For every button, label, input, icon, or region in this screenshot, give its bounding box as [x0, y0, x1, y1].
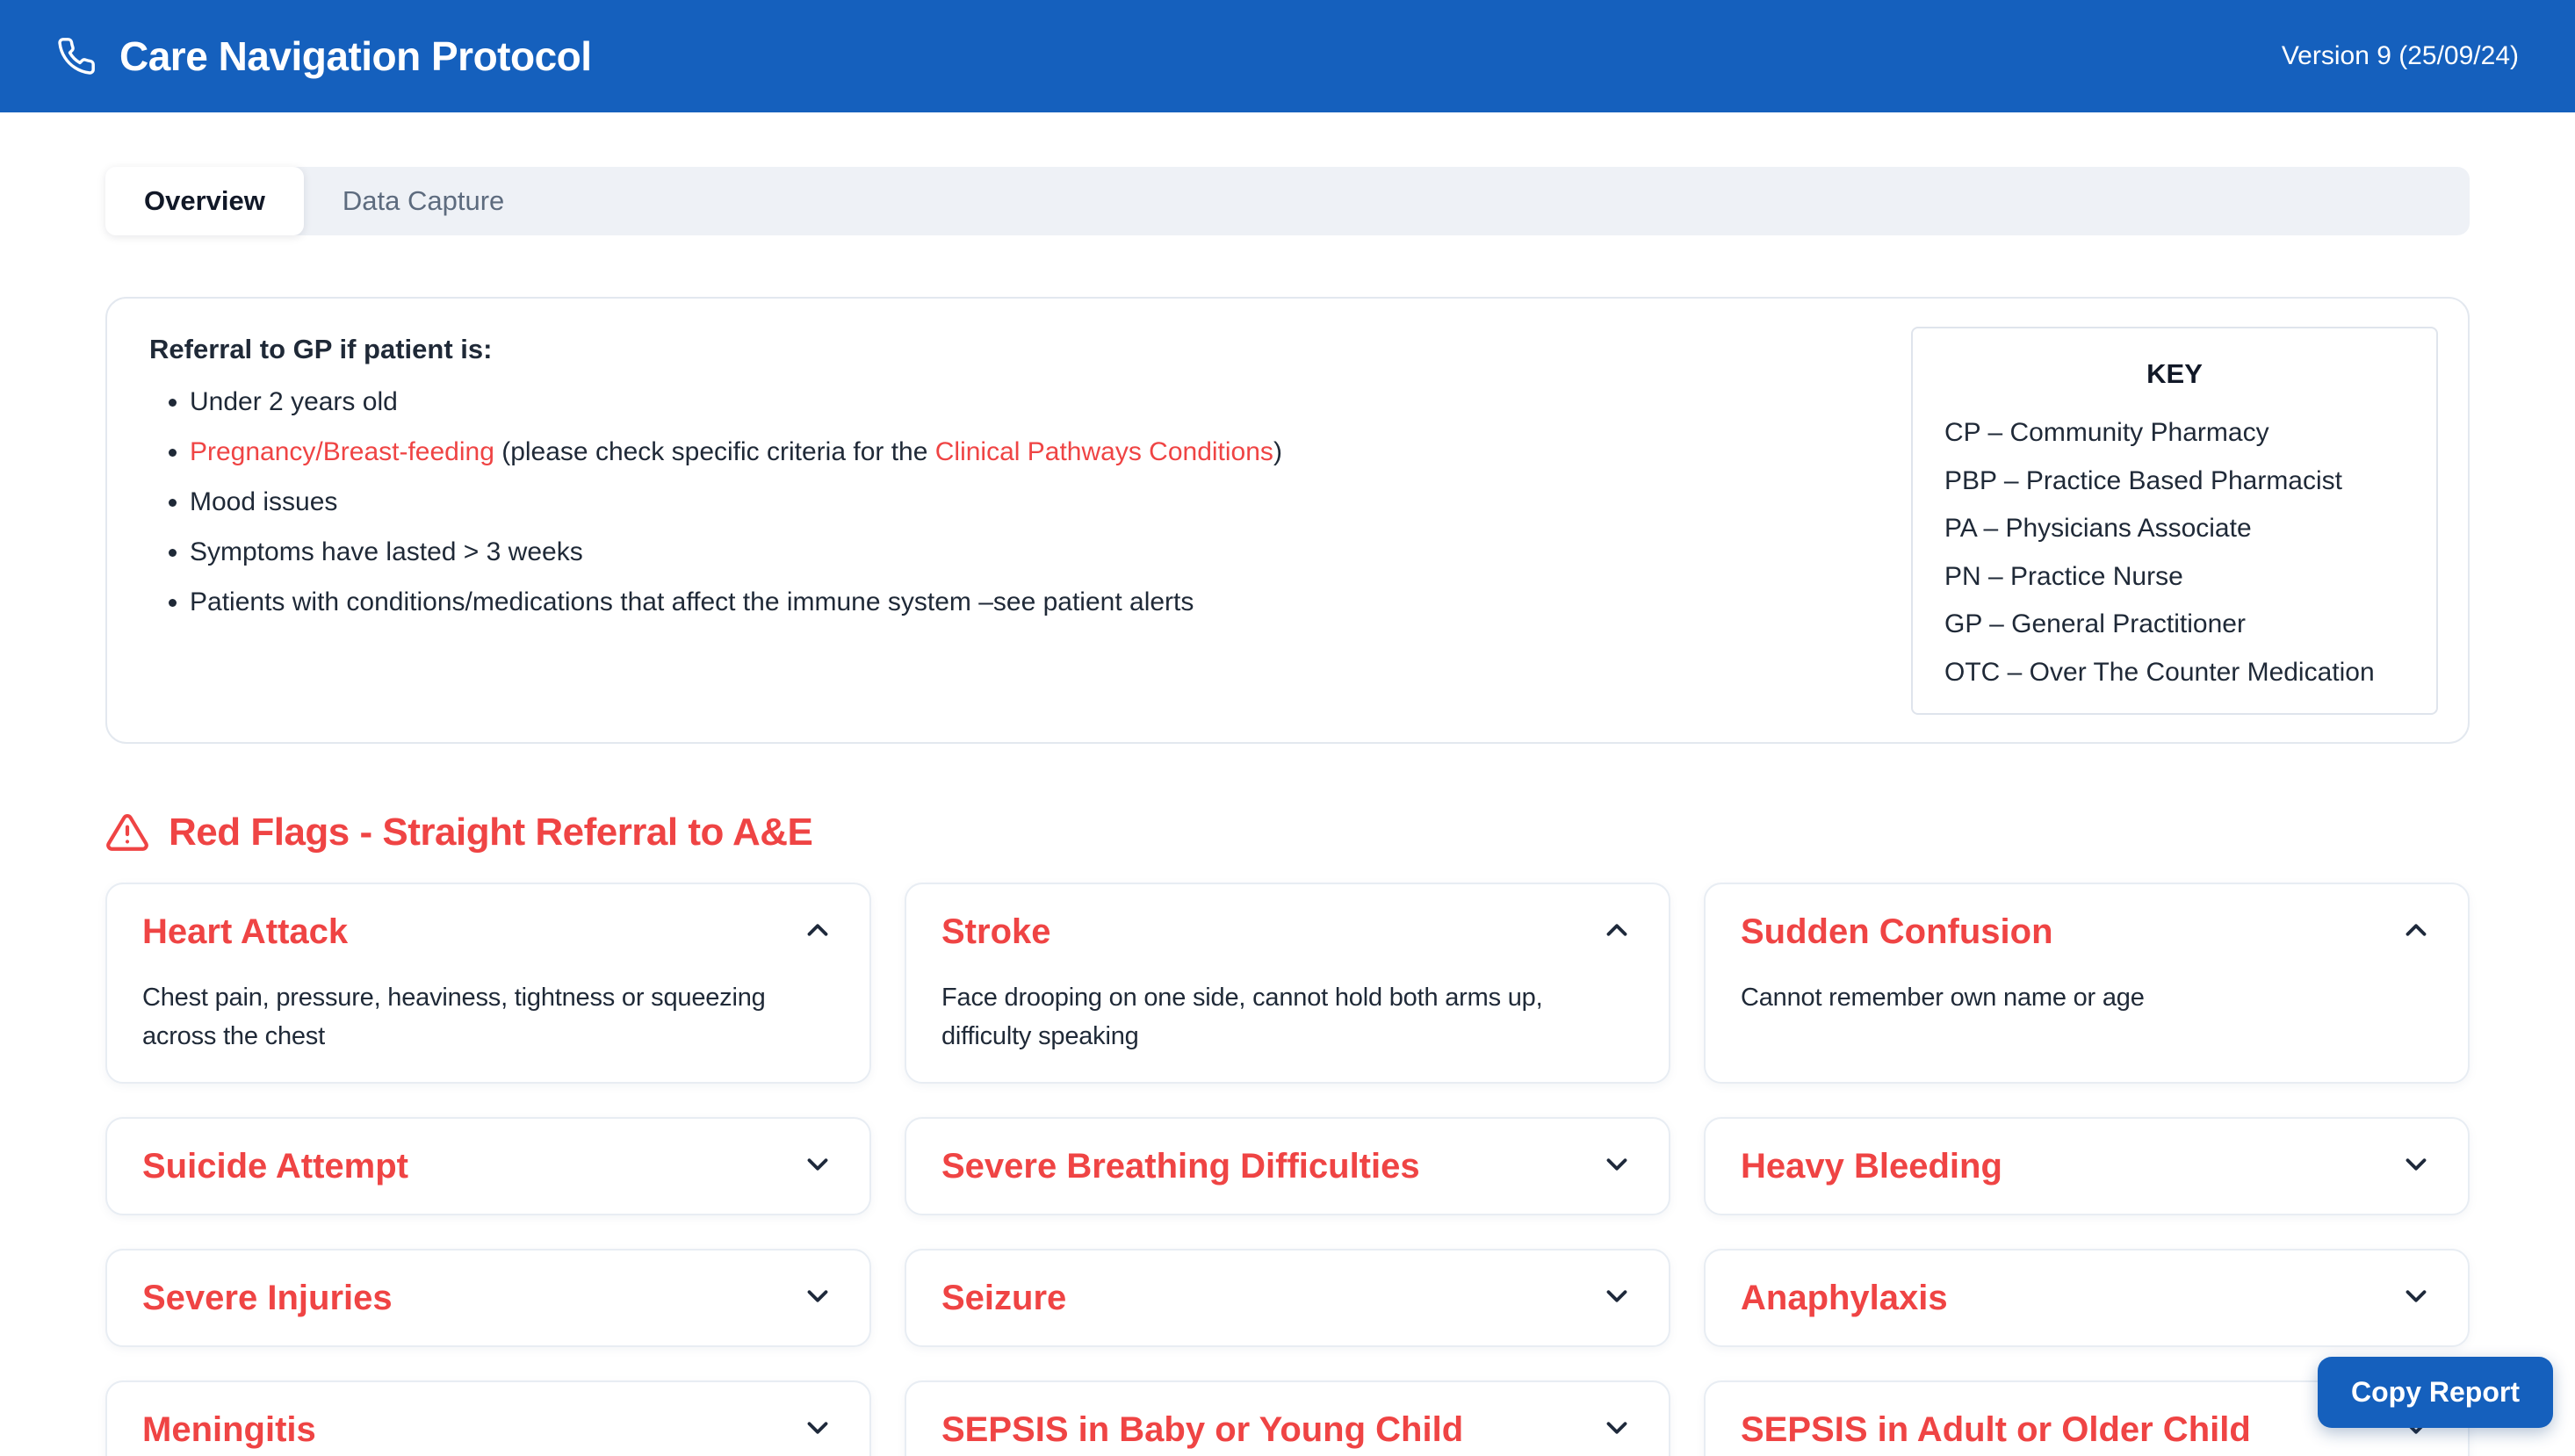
app-header: Care Navigation Protocol Version 9 (25/0… [0, 0, 2575, 112]
card-body: Face drooping on one side, cannot hold b… [941, 979, 1634, 1056]
chevron-down-icon [2399, 1148, 2433, 1186]
card-toggle-sudden-confusion[interactable]: Sudden Confusion [1741, 911, 2433, 953]
card-suicide-attempt: Suicide Attempt [105, 1117, 871, 1215]
card-toggle-severe-injuries[interactable]: Severe Injuries [142, 1277, 834, 1319]
card-anaphylaxis: Anaphylaxis [1704, 1249, 2470, 1347]
alert-triangle-icon [105, 811, 149, 854]
tab-data-capture[interactable]: Data Capture [304, 167, 543, 235]
card-title: Meningitis [142, 1409, 316, 1451]
card-heart-attack: Heart Attack Chest pain, pressure, heavi… [105, 883, 871, 1084]
key-title: KEY [1944, 358, 2405, 390]
card-body: Cannot remember own name or age [1741, 979, 2433, 1018]
card-title: Heart Attack [142, 911, 348, 953]
key-item: CP – Community Pharmacy [1944, 416, 2405, 450]
chevron-down-icon [1600, 1148, 1634, 1186]
card-title: Suicide Attempt [142, 1145, 408, 1187]
card-toggle-sepsis-baby[interactable]: SEPSIS in Baby or Young Child [941, 1409, 1634, 1451]
red-flags-title: Red Flags - Straight Referral to A&E [169, 811, 812, 854]
version-label: Version 9 (25/09/24) [2282, 41, 2519, 71]
chevron-down-icon [1600, 1411, 1634, 1449]
page-title: Care Navigation Protocol [119, 32, 592, 80]
referral-bullet-text: Patients with conditions/medications tha… [190, 587, 1194, 616]
referral-bullet-text: (please check specific criteria for the [494, 437, 935, 466]
card-title: SEPSIS in Baby or Young Child [941, 1409, 1463, 1451]
tab-overview[interactable]: Overview [105, 167, 304, 235]
referral-panel: Referral to GP if patient is: Under 2 ye… [105, 297, 2470, 744]
card-seizure: Seizure [905, 1249, 1670, 1347]
card-title: Stroke [941, 911, 1051, 953]
key-item: PA – Physicians Associate [1944, 512, 2405, 545]
copy-report-button[interactable]: Copy Report [2318, 1357, 2553, 1428]
card-toggle-meningitis[interactable]: Meningitis [142, 1409, 834, 1451]
card-toggle-severe-breathing-difficulties[interactable]: Severe Breathing Difficulties [941, 1145, 1634, 1187]
chevron-up-icon [801, 913, 834, 951]
card-toggle-anaphylaxis[interactable]: Anaphylaxis [1741, 1277, 2433, 1319]
referral-bullet-text: Mood issues [190, 487, 337, 516]
chevron-down-icon [801, 1148, 834, 1186]
tab-bar: Overview Data Capture [105, 167, 2470, 235]
red-flags-heading: Red Flags - Straight Referral to A&E [105, 811, 2470, 854]
card-title: Seizure [941, 1277, 1066, 1319]
card-title: Severe Injuries [142, 1277, 393, 1319]
main-container: Overview Data Capture Referral to GP if … [105, 167, 2470, 1456]
key-item: OTC – Over The Counter Medication [1944, 656, 2405, 689]
chevron-up-icon [1600, 913, 1634, 951]
card-title: Severe Breathing Difficulties [941, 1145, 1420, 1187]
card-toggle-suicide-attempt[interactable]: Suicide Attempt [142, 1145, 834, 1187]
chevron-down-icon [1600, 1279, 1634, 1317]
card-stroke: Stroke Face drooping on one side, cannot… [905, 883, 1670, 1084]
referral-bullet-text: Under 2 years old [190, 387, 398, 416]
chevron-up-icon [2399, 913, 2433, 951]
phone-icon [56, 36, 97, 76]
card-body: Chest pain, pressure, heaviness, tightne… [142, 979, 834, 1056]
chevron-down-icon [801, 1411, 834, 1449]
pregnancy-emphasis: Pregnancy/Breast-feeding [190, 437, 494, 466]
referral-bullet-text: ) [1273, 437, 1282, 466]
card-heavy-bleeding: Heavy Bleeding [1704, 1117, 2470, 1215]
key-item: PN – Practice Nurse [1944, 560, 2405, 594]
card-title: Sudden Confusion [1741, 911, 2053, 953]
card-toggle-stroke[interactable]: Stroke [941, 911, 1634, 953]
referral-bullet-text: Symptoms have lasted > 3 weeks [190, 537, 583, 566]
card-meningitis: Meningitis [105, 1380, 871, 1456]
red-flags-grid: Heart Attack Chest pain, pressure, heavi… [105, 883, 2470, 1456]
card-title: SEPSIS in Adult or Older Child [1741, 1409, 2251, 1451]
card-sudden-confusion: Sudden Confusion Cannot remember own nam… [1704, 883, 2470, 1084]
key-item: PBP – Practice Based Pharmacist [1944, 465, 2405, 498]
card-title: Anaphylaxis [1741, 1277, 1948, 1319]
key-panel: KEY CP – Community Pharmacy PBP – Practi… [1911, 327, 2438, 715]
card-toggle-heart-attack[interactable]: Heart Attack [142, 911, 834, 953]
chevron-down-icon [2399, 1279, 2433, 1317]
key-item: GP – General Practitioner [1944, 608, 2405, 641]
clinical-pathways-link[interactable]: Clinical Pathways Conditions [935, 437, 1273, 466]
card-severe-breathing-difficulties: Severe Breathing Difficulties [905, 1117, 1670, 1215]
card-sepsis-baby: SEPSIS in Baby or Young Child [905, 1380, 1670, 1456]
card-toggle-seizure[interactable]: Seizure [941, 1277, 1634, 1319]
card-toggle-heavy-bleeding[interactable]: Heavy Bleeding [1741, 1145, 2433, 1187]
card-title: Heavy Bleeding [1741, 1145, 2002, 1187]
header-left: Care Navigation Protocol [56, 5, 2282, 107]
card-severe-injuries: Severe Injuries [105, 1249, 871, 1347]
chevron-down-icon [801, 1279, 834, 1317]
